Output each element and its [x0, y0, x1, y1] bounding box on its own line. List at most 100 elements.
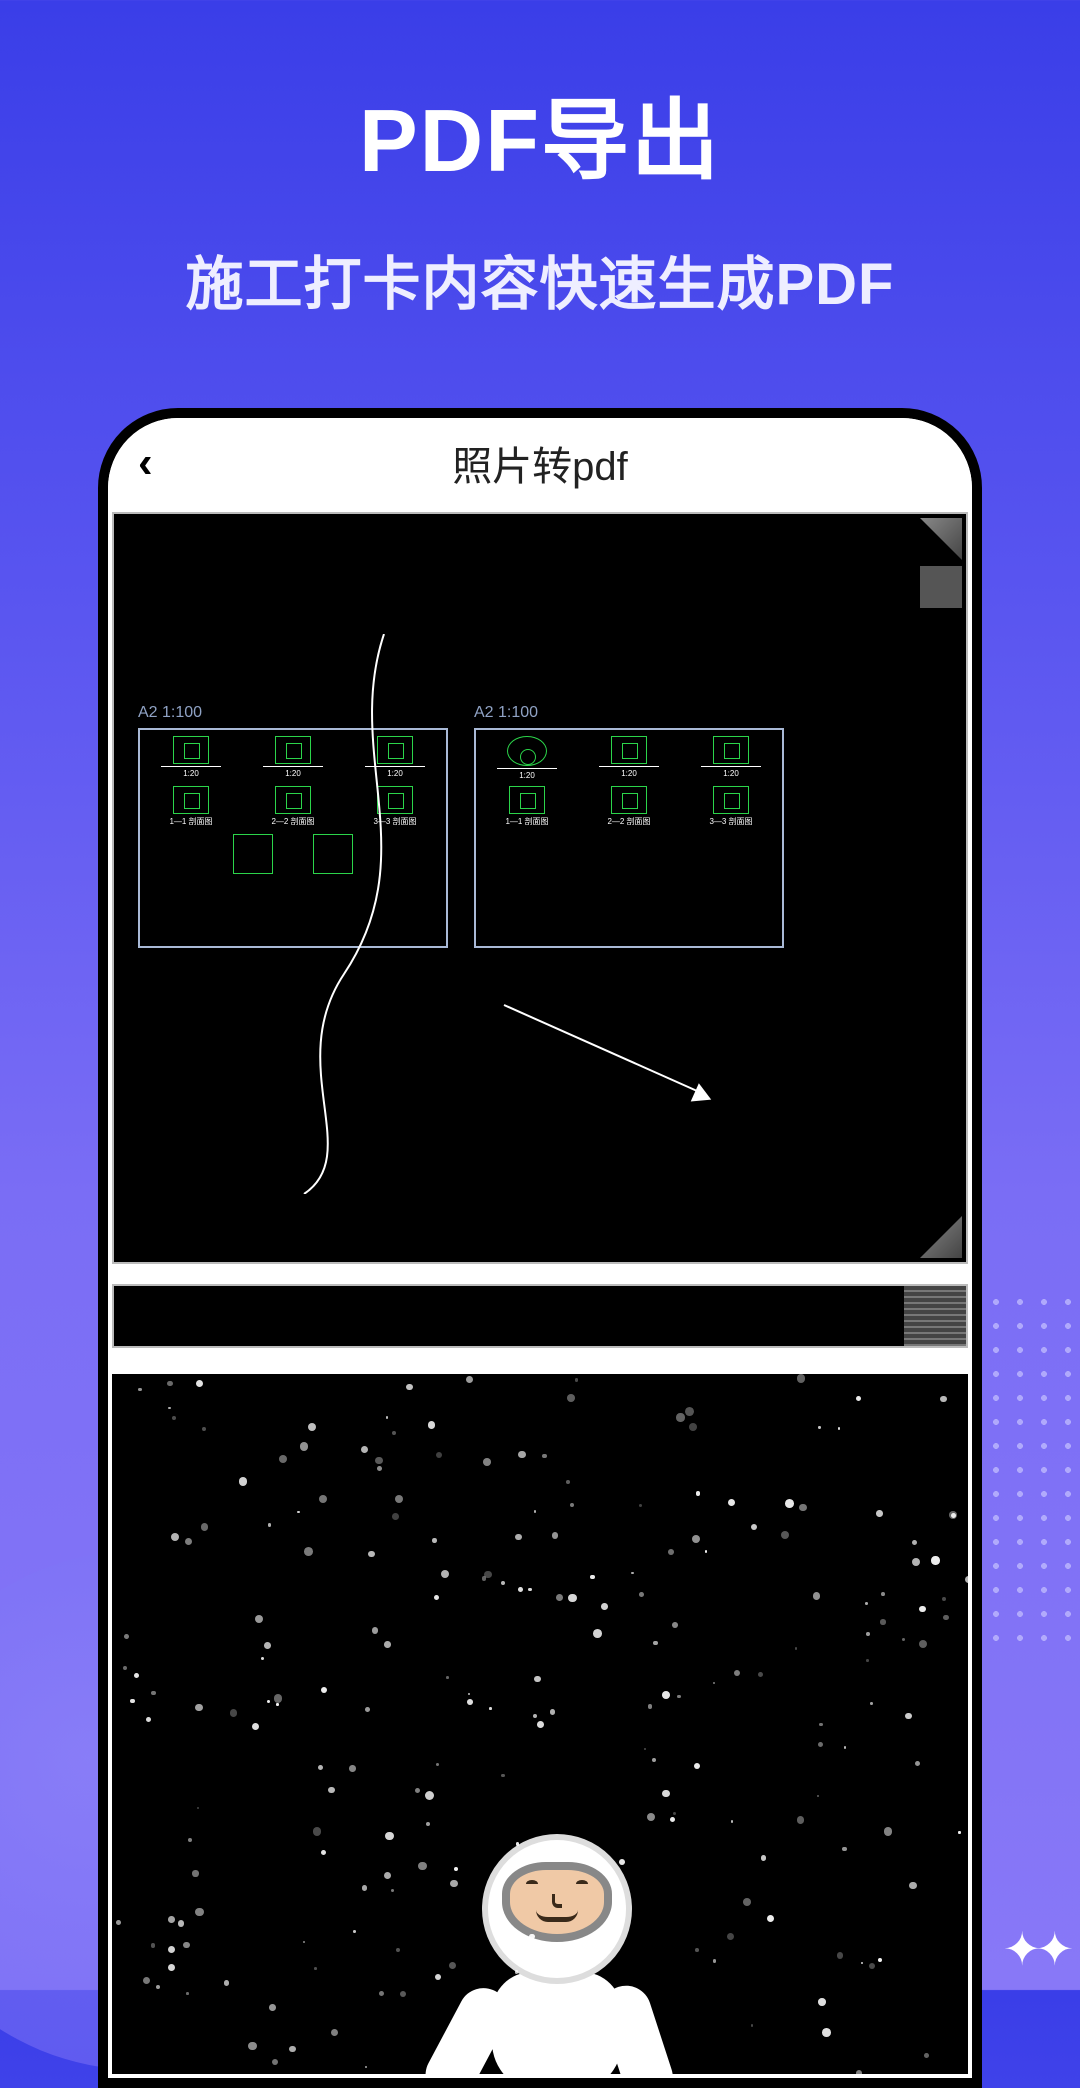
star-icon [931, 1556, 939, 1564]
sparkle-icon: ✦✦ [1003, 1922, 1068, 1976]
star-icon [255, 1615, 263, 1623]
star-icon [303, 1941, 306, 1944]
star-icon [533, 1714, 537, 1718]
cad-preview-card[interactable]: A2 1:100 A2 1:100 1:20 1:20 1:20 1—1 剖面图… [112, 512, 968, 1264]
star-icon [415, 1788, 421, 1794]
panel-handle[interactable] [920, 566, 962, 608]
arrow-icon [504, 1004, 706, 1095]
star-icon [230, 1709, 238, 1717]
star-icon [483, 1458, 491, 1466]
star-icon [912, 1540, 917, 1545]
resize-handle-icon[interactable] [920, 1216, 962, 1258]
star-icon [432, 1538, 437, 1543]
star-icon [489, 1707, 492, 1710]
star-icon [751, 2024, 754, 2027]
star-icon [513, 1939, 522, 1948]
star-icon [130, 1699, 135, 1704]
star-icon [844, 1746, 847, 1749]
star-icon [672, 1622, 678, 1628]
star-icon [267, 1700, 270, 1703]
star-icon [202, 1427, 206, 1431]
star-icon [818, 1742, 823, 1747]
star-icon [570, 1503, 574, 1507]
star-icon [694, 1763, 700, 1769]
star-icon [590, 1575, 595, 1580]
star-icon [819, 1723, 822, 1726]
star-icon [268, 1523, 272, 1527]
star-icon [813, 1592, 820, 1599]
star-icon [385, 1832, 394, 1841]
star-icon [365, 1707, 370, 1712]
star-icon [689, 1423, 697, 1431]
star-icon [713, 1682, 715, 1684]
star-icon [450, 1880, 457, 1887]
star-icon [902, 1638, 905, 1641]
star-icon [467, 1699, 473, 1705]
star-icon [876, 1510, 883, 1517]
star-icon [692, 1535, 700, 1543]
star-icon [909, 1882, 916, 1889]
app-bar-title: 照片转pdf [452, 434, 628, 492]
star-icon [188, 1838, 192, 1842]
star-icon [631, 1572, 634, 1575]
star-icon [878, 1958, 882, 1962]
star-icon [466, 1376, 473, 1383]
star-icon [272, 2059, 278, 2065]
star-icon [912, 1558, 920, 1566]
star-icon [940, 1396, 947, 1403]
star-icon [314, 1967, 317, 1970]
star-icon [869, 1963, 876, 1970]
grip-handle-icon[interactable] [904, 1286, 966, 1346]
star-icon [375, 1457, 382, 1464]
starfield-preview-card[interactable] [112, 1374, 968, 2074]
star-icon [138, 1388, 142, 1392]
scale-label: 1:20 [723, 769, 739, 778]
star-icon [544, 2000, 548, 2004]
star-icon [915, 1761, 920, 1766]
star-icon [866, 1659, 869, 1662]
star-icon [362, 1885, 367, 1890]
star-icon [817, 1795, 819, 1797]
resize-handle-icon[interactable] [920, 518, 962, 560]
scale-label: 1:20 [183, 769, 199, 778]
star-icon [685, 1407, 694, 1416]
star-icon [384, 1872, 392, 1880]
star-icon [881, 1592, 885, 1596]
section-label: 3—3 剖面图 [709, 816, 752, 827]
star-icon [822, 2028, 831, 2037]
star-icon [758, 1672, 763, 1677]
section-label: 3—3 剖面图 [373, 816, 416, 827]
star-icon [705, 1550, 708, 1553]
star-icon [919, 1640, 927, 1648]
star-icon [395, 1495, 403, 1503]
star-icon [123, 1666, 127, 1670]
star-icon [183, 1942, 190, 1949]
star-icon [197, 1807, 199, 1809]
star-icon [406, 1384, 412, 1390]
star-icon [652, 1758, 656, 1762]
star-icon [552, 1532, 558, 1538]
thumbnail-bar[interactable] [112, 1284, 968, 1348]
star-icon [196, 1380, 203, 1387]
star-icon [239, 1477, 247, 1485]
star-icon [264, 1642, 271, 1649]
star-icon [400, 1991, 406, 1997]
star-icon [269, 2004, 276, 2011]
star-icon [361, 1446, 368, 1453]
star-icon [195, 1908, 204, 1917]
phone-frame: ‹ 照片转pdf A2 1:100 A2 1:100 1:20 1:20 1:2… [98, 408, 982, 2088]
star-icon [501, 1581, 505, 1585]
star-icon [537, 1721, 544, 1728]
star-icon [856, 1396, 861, 1401]
star-icon [534, 1510, 537, 1513]
star-icon [534, 1963, 537, 1966]
star-icon [171, 1533, 179, 1541]
star-icon [289, 2046, 295, 2052]
back-button[interactable]: ‹ [138, 438, 153, 488]
star-icon [482, 1576, 486, 1580]
star-icon [799, 1504, 806, 1511]
star-icon [384, 1641, 391, 1648]
scale-label: 1:20 [387, 769, 403, 778]
star-icon [942, 1597, 946, 1601]
sheet-label-right: A2 1:100 [474, 704, 538, 722]
